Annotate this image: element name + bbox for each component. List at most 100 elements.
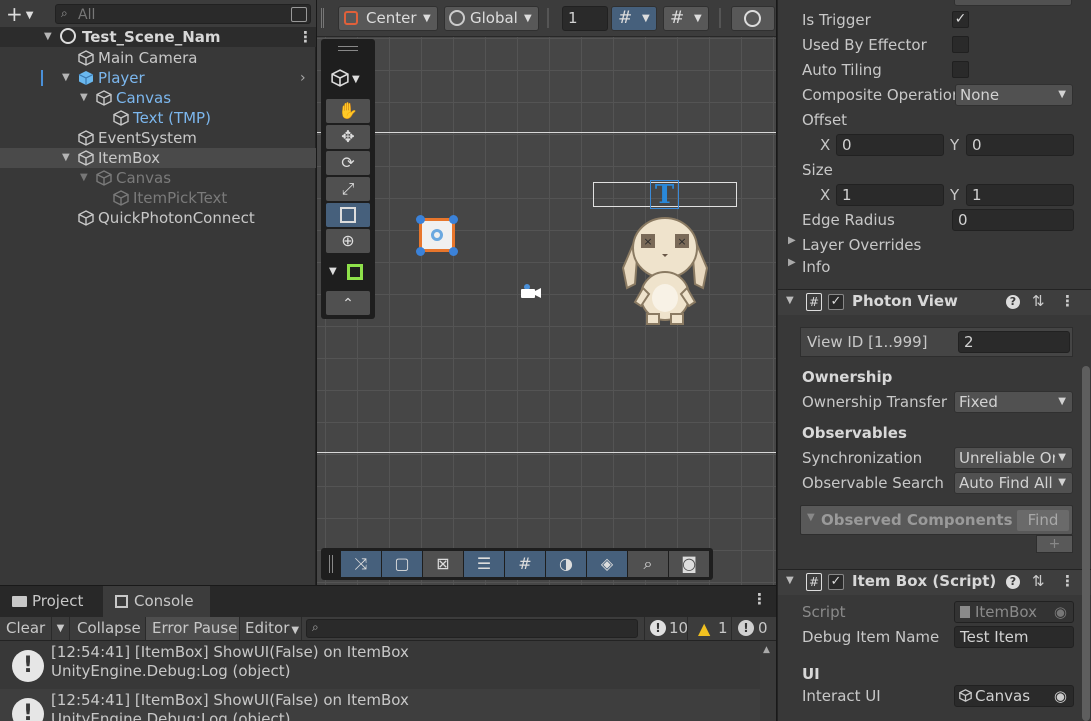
chevron-down-icon[interactable]: ▼ bbox=[329, 266, 337, 277]
move-tool-button[interactable]: ✥ bbox=[326, 125, 370, 149]
add-component-button[interactable]: + bbox=[1036, 535, 1073, 553]
draw-mode-button[interactable] bbox=[731, 6, 775, 31]
camera-gizmo-icon[interactable] bbox=[519, 282, 543, 300]
overlay-grid-button[interactable]: # bbox=[505, 551, 545, 577]
used-by-effector-checkbox[interactable] bbox=[952, 36, 969, 53]
expand-triangle-icon[interactable]: ▼ bbox=[80, 88, 88, 108]
interact-ui-field[interactable]: Canvas ◉ bbox=[954, 685, 1074, 707]
overlay-camera-button[interactable]: ◙ bbox=[669, 551, 709, 577]
enabled-checkbox[interactable]: ✓ bbox=[828, 294, 844, 310]
overlay-sprite-button[interactable]: ⊠ bbox=[423, 551, 463, 577]
panel-menu-icon[interactable]: ⋮ bbox=[752, 590, 767, 608]
edge-radius-field[interactable]: 0 bbox=[952, 209, 1074, 231]
info-foldout[interactable]: Info bbox=[802, 256, 830, 278]
size-x-field[interactable]: 1 bbox=[836, 184, 944, 206]
observable-search-dropdown[interactable]: Auto Find All ▼ bbox=[954, 472, 1073, 494]
hierarchy-item-canvas[interactable]: ▼ Canvas bbox=[0, 88, 316, 108]
warning-count-toggle[interactable]: ▲ 1 bbox=[688, 617, 732, 640]
create-button[interactable]: + ▼ bbox=[6, 3, 42, 25]
is-trigger-checkbox[interactable]: ✓ bbox=[952, 11, 969, 28]
hierarchy-item-itembox[interactable]: ▼ ItemBox bbox=[0, 148, 316, 168]
expand-triangle-icon[interactable]: ▼ bbox=[44, 27, 52, 47]
hierarchy-item-itempicktext[interactable]: ItemPickText bbox=[0, 188, 316, 208]
help-icon[interactable]: ? bbox=[1006, 295, 1020, 309]
photon-view-header[interactable]: ▼ # ✓ Photon View ? ⇅ ⋮ bbox=[778, 289, 1091, 315]
hierarchy-item-main-camera[interactable]: Main Camera bbox=[0, 48, 316, 68]
console-scrollbar[interactable]: ▲ bbox=[760, 641, 776, 721]
clear-options-dropdown[interactable]: ▼ bbox=[52, 617, 70, 640]
rect-handle[interactable] bbox=[449, 215, 458, 224]
collapse-button[interactable]: Collapse bbox=[70, 617, 146, 640]
ownership-transfer-dropdown[interactable]: Fixed ▼ bbox=[954, 391, 1073, 413]
search-options-icon[interactable] bbox=[291, 7, 307, 22]
help-icon[interactable]: ? bbox=[1006, 575, 1020, 589]
hierarchy-item-player[interactable]: ▼ Player › bbox=[0, 68, 316, 88]
component-menu-icon[interactable]: ⋮ bbox=[1060, 572, 1075, 590]
rotate-tool-button[interactable]: ⟳ bbox=[326, 151, 370, 175]
scene-view[interactable]: T × × bbox=[317, 0, 776, 585]
grid-snap-toggle[interactable]: # ▼ bbox=[611, 6, 657, 31]
view-id-field[interactable]: 2 bbox=[958, 331, 1070, 353]
error-pause-button[interactable]: Error Pause bbox=[146, 617, 240, 640]
expand-triangle-icon[interactable]: ▼ bbox=[807, 512, 815, 523]
item-box-header[interactable]: ▼ # ✓ Item Box (Script) ? ⇅ ⋮ bbox=[778, 569, 1091, 595]
clear-button[interactable]: Clear bbox=[0, 617, 52, 640]
overlay-lighting-button[interactable]: ◑ bbox=[546, 551, 586, 577]
overlay-shuffle-button[interactable]: ⤨ bbox=[341, 551, 381, 577]
find-button[interactable]: Find bbox=[1017, 510, 1069, 531]
expand-triangle-icon[interactable]: ▼ bbox=[62, 148, 70, 168]
hierarchy-item-text-tmp[interactable]: Text (TMP) bbox=[0, 108, 316, 128]
drag-handle[interactable] bbox=[329, 555, 333, 573]
tab-console[interactable]: Console bbox=[103, 586, 210, 617]
clipped-dropdown[interactable] bbox=[954, 0, 1072, 6]
enabled-checkbox[interactable]: ✓ bbox=[828, 574, 844, 590]
scene-row[interactable]: ▼ Test_Scene_Nam ⋮ bbox=[0, 27, 316, 47]
scene-menu-icon[interactable]: ⋮ bbox=[298, 27, 313, 47]
tool-mode-dropdown[interactable]: ▼ bbox=[331, 67, 360, 87]
console-entry[interactable]: ! [12:54:41] [ItemBox] ShowUI(False) on … bbox=[0, 689, 760, 721]
pivot-dropdown[interactable]: Center ▼ bbox=[338, 6, 438, 31]
composite-operation-dropdown[interactable]: None ▼ bbox=[955, 84, 1073, 106]
auto-tiling-checkbox[interactable] bbox=[952, 61, 969, 78]
console-entry[interactable]: ! [12:54:41] [ItemBox] ShowUI(False) on … bbox=[0, 641, 760, 689]
presets-icon[interactable]: ⇅ bbox=[1032, 572, 1045, 590]
player-character-sprite[interactable]: × × bbox=[617, 210, 713, 328]
object-picker-icon[interactable]: ◉ bbox=[1054, 686, 1067, 706]
expand-triangle-icon[interactable]: ▼ bbox=[62, 68, 70, 88]
overlay-layers-button[interactable]: ◈ bbox=[587, 551, 627, 577]
error-count-toggle[interactable]: ! 0 bbox=[732, 617, 774, 640]
custom-tool-icon[interactable] bbox=[347, 264, 363, 280]
hierarchy-item-canvas-disabled[interactable]: ▼ Canvas bbox=[0, 168, 316, 188]
rect-handle[interactable] bbox=[416, 215, 425, 224]
grid-visibility-toggle[interactable]: # ▼ bbox=[663, 6, 709, 31]
info-count-toggle[interactable]: ! 10 bbox=[644, 617, 688, 640]
rect-tool-button[interactable] bbox=[326, 203, 370, 227]
expand-triangle-icon[interactable]: ▼ bbox=[80, 168, 88, 188]
inspector-scrollbar-thumb[interactable] bbox=[1082, 366, 1090, 721]
offset-y-field[interactable]: 0 bbox=[966, 134, 1074, 156]
transform-tool-button[interactable]: ⊕ bbox=[326, 229, 370, 253]
editor-dropdown[interactable]: Editor ▼ bbox=[240, 617, 302, 640]
rect-handle[interactable] bbox=[416, 247, 425, 256]
itembox-sprite[interactable] bbox=[419, 218, 455, 252]
hierarchy-item-eventsystem[interactable]: EventSystem bbox=[0, 128, 316, 148]
component-menu-icon[interactable]: ⋮ bbox=[1060, 292, 1075, 310]
hand-tool-button[interactable]: ✋ bbox=[326, 99, 370, 123]
scroll-up-icon[interactable]: ▲ bbox=[763, 645, 770, 655]
expand-triangle-icon[interactable]: ▼ bbox=[786, 575, 794, 586]
offset-x-field[interactable]: 0 bbox=[836, 134, 944, 156]
scale-tool-button[interactable]: ⤢ bbox=[326, 177, 370, 201]
drag-handle[interactable] bbox=[338, 46, 358, 51]
presets-icon[interactable]: ⇅ bbox=[1032, 292, 1045, 310]
expand-triangle-icon[interactable]: ▶ bbox=[788, 235, 796, 246]
layer-overrides-foldout[interactable]: Layer Overrides bbox=[802, 234, 921, 256]
edit-collider-button[interactable]: ⌃ bbox=[326, 291, 370, 315]
chevron-right-icon[interactable]: › bbox=[300, 68, 306, 88]
expand-triangle-icon[interactable]: ▶ bbox=[788, 257, 796, 268]
overlay-align-button[interactable]: ☰ bbox=[464, 551, 504, 577]
synchronization-dropdown[interactable]: Unreliable On ▼ bbox=[954, 447, 1073, 469]
console-search-input[interactable]: ⌕ bbox=[306, 619, 638, 638]
overlay-rect-button[interactable]: ▢ bbox=[382, 551, 422, 577]
debug-item-name-field[interactable]: Test Item bbox=[954, 626, 1074, 648]
drag-handle[interactable] bbox=[321, 8, 324, 28]
